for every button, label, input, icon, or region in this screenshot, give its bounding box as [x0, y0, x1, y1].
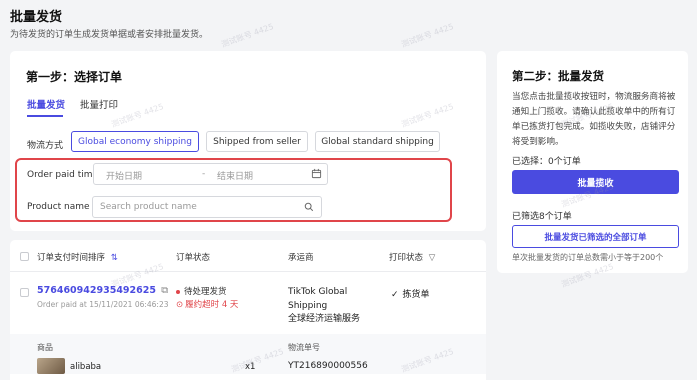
search-icon[interactable]	[304, 202, 314, 215]
order-paid-time: Order paid at 15/11/2021 06:46:23	[37, 300, 169, 309]
clock-icon: ⊙	[176, 300, 184, 310]
column-header-label: 订单支付时间排序	[37, 253, 106, 263]
product-thumbnail	[37, 358, 65, 374]
tracking-number: YT216890000556	[288, 361, 368, 371]
order-id-text: 576460942935492625	[37, 285, 156, 296]
column-header-label: 打印状态	[389, 253, 424, 263]
row-checkbox[interactable]	[20, 288, 29, 297]
filter-icon[interactable]: ▽	[429, 253, 436, 263]
start-date-input[interactable]: 开始日期	[106, 169, 142, 182]
column-header-status: 订单状态	[176, 253, 211, 263]
print-status: ✓ 拣货单	[391, 287, 430, 300]
filtered-count: 已筛选8个订单	[512, 212, 572, 222]
tab-batch-ship[interactable]: 批量发货	[27, 97, 65, 111]
shipping-option-global-standard[interactable]: Global standard shipping	[315, 131, 440, 152]
status-dot-icon	[176, 289, 180, 294]
column-header-order-time[interactable]: 订单支付时间排序 ⇅	[37, 251, 118, 263]
order-status: 待处理发货	[176, 285, 227, 297]
selected-count: 已选择：0个订单	[512, 157, 581, 167]
overdue-text: 履约超时 4 天	[185, 300, 239, 310]
active-tab-indicator	[27, 115, 63, 117]
ship-all-filtered-button[interactable]: 批量发货已筛选的全部订单	[512, 225, 679, 248]
carrier-line: Shipping	[288, 300, 328, 311]
shipping-option-label: Global standard shipping	[321, 136, 434, 147]
carrier-line: 全球经济运输服务	[288, 314, 361, 324]
column-header-carrier: 承运商	[288, 253, 314, 263]
product-search-placeholder: Search product name	[100, 202, 197, 212]
order-paid-time-label: Order paid time	[27, 170, 99, 180]
shipping-option-global-economy[interactable]: Global economy shipping	[71, 131, 199, 152]
column-header-print-status: 打印状态 ▽	[389, 251, 435, 263]
date-separator: -	[202, 169, 206, 179]
shipping-method-label: 物流方式	[27, 141, 64, 151]
step1-title: 第一步：选择订单	[26, 70, 123, 84]
select-all-checkbox[interactable]	[20, 252, 29, 261]
goods-header: 商品	[37, 343, 53, 352]
product-search-input[interactable]: Search product name	[92, 196, 322, 218]
end-date-input[interactable]: 结束日期	[217, 169, 253, 182]
sort-icon[interactable]: ⇅	[111, 253, 118, 263]
copy-icon[interactable]: ⧉	[161, 285, 168, 296]
carrier-name: TikTok Global Shipping 全球经济运输服务	[288, 286, 398, 327]
step2-description: 当您点击批量揽收按钮时，物流服务商将被通知上门揽收。请确认此揽收单中的所有订单已…	[512, 92, 676, 147]
order-id-link[interactable]: 576460942935492625 ⧉	[37, 285, 168, 296]
carrier-line: TikTok Global	[288, 287, 348, 297]
tracking-header: 物流单号	[288, 343, 320, 352]
check-icon: ✓	[391, 290, 399, 300]
print-status-text: 拣货单	[402, 290, 430, 300]
shipping-option-shipped-from-seller[interactable]: Shipped from seller	[206, 131, 308, 152]
date-range-picker[interactable]: 开始日期 - 结束日期	[93, 163, 328, 185]
shipping-option-label: Global economy shipping	[78, 136, 192, 147]
shipping-option-label: Shipped from seller	[213, 136, 301, 147]
step2-title: 第二步：批量发货	[512, 69, 604, 83]
watermark: 测试账号 4425	[220, 21, 275, 50]
calendar-icon[interactable]	[311, 168, 322, 182]
page-title: 批量发货	[10, 10, 63, 25]
order-status-text: 待处理发货	[184, 287, 227, 297]
batch-limit-note: 单次批量发货的订单总数需小于等于200个	[512, 253, 664, 262]
overdue-status: ⊙ 履约超时 4 天	[176, 298, 238, 310]
page-subtitle: 为待发货的订单生成发货单据或者安排批量发货。	[10, 30, 209, 40]
watermark: 测试账号 4425	[400, 21, 455, 50]
tab-batch-print[interactable]: 批量打印	[80, 97, 118, 111]
product-name-label: Product name	[27, 202, 90, 212]
